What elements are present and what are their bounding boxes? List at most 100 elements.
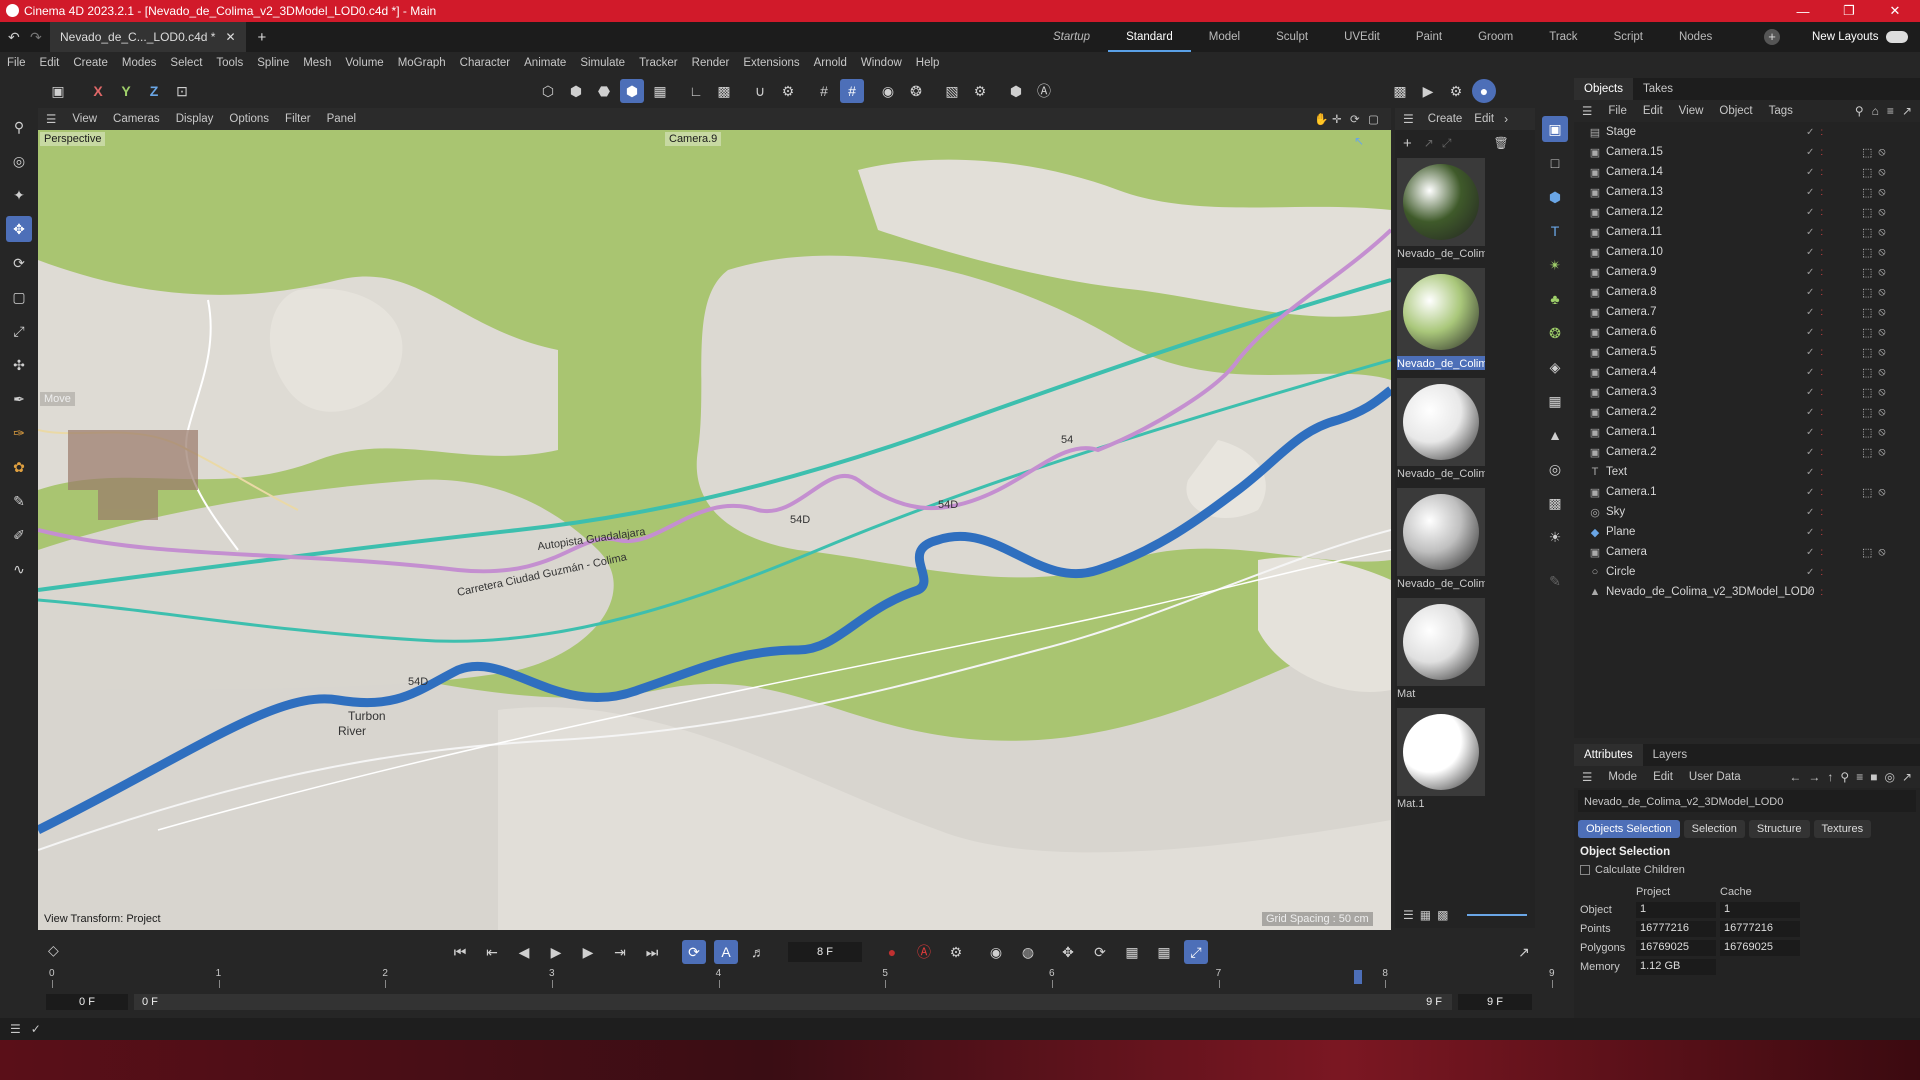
spline-pen-icon[interactable]: ✒ — [6, 386, 32, 412]
objects-menu-object[interactable]: Object — [1711, 105, 1760, 117]
enabled-check-icon[interactable]: ✓ — [1806, 407, 1814, 418]
target-tag-icon[interactable]: ⬚ — [1862, 286, 1872, 299]
cube-primitive-icon[interactable]: ▣ — [1542, 116, 1568, 142]
object-row[interactable]: ▣ Camera.4 ✓: ⬚ ⦸ — [1574, 362, 1920, 382]
enabled-check-icon[interactable]: ✓ — [1806, 427, 1814, 438]
protection-tag-icon[interactable]: ⦸ — [1878, 546, 1885, 559]
camera-mode-label[interactable]: Perspective — [40, 132, 106, 146]
trash-icon[interactable]: 🗑 — [1493, 136, 1508, 150]
material-swatch[interactable]: Nevado_de_Colim — [1397, 158, 1485, 266]
enabled-check-icon[interactable]: ✓ — [1806, 187, 1814, 198]
visibility-dots-icon[interactable]: : — [1820, 327, 1823, 338]
menu-edit[interactable]: Edit — [33, 57, 67, 69]
visibility-dots-icon[interactable]: : — [1820, 467, 1823, 478]
object-row[interactable]: ▣ Camera.1 ✓: ⬚ ⦸ — [1574, 482, 1920, 502]
axis-y-button[interactable]: Y — [114, 79, 138, 103]
scene-icon[interactable]: ▲ — [1542, 422, 1568, 448]
add-layout-icon[interactable]: + — [1764, 29, 1780, 45]
enabled-check-icon[interactable]: ✓ — [1806, 207, 1814, 218]
visibility-dots-icon[interactable]: : — [1820, 487, 1823, 498]
attributes-menu-mode[interactable]: Mode — [1600, 771, 1645, 783]
object-row[interactable]: ▣ Camera.5 ✓: ⬚ ⦸ — [1574, 342, 1920, 362]
uv-mode-icon[interactable]: ▦ — [648, 79, 672, 103]
visibility-dots-icon[interactable]: : — [1820, 127, 1823, 138]
attr-button-objects-selection[interactable]: Objects Selection — [1578, 820, 1680, 838]
cube-icon[interactable]: ⬢ — [1542, 184, 1568, 210]
menu-character[interactable]: Character — [453, 57, 518, 69]
target-tag-icon[interactable]: ⬚ — [1862, 186, 1872, 199]
visibility-dots-icon[interactable]: : — [1820, 167, 1823, 178]
menu-volume[interactable]: Volume — [338, 57, 390, 69]
texture-mode-icon[interactable]: ▩ — [712, 79, 736, 103]
symmetry-settings-icon[interactable]: ⚙ — [968, 79, 992, 103]
preview-range-bar[interactable]: 0 F 9 F — [134, 994, 1452, 1010]
solo-icon[interactable]: ◉ — [876, 79, 900, 103]
target-tag-icon[interactable]: ⬚ — [1862, 426, 1872, 439]
layout-tab-sculpt[interactable]: Sculpt — [1258, 22, 1326, 52]
transform-tool-icon[interactable]: ⤢ — [6, 318, 32, 344]
axis-z-button[interactable]: Z — [142, 79, 166, 103]
attributes-hamburger-icon[interactable]: ☰ — [1574, 770, 1600, 784]
viewport-menu-filter[interactable]: Filter — [277, 113, 319, 125]
menu-select[interactable]: Select — [163, 57, 209, 69]
object-row[interactable]: ▣ Camera.3 ✓: ⬚ ⦸ — [1574, 382, 1920, 402]
object-row[interactable]: ▣ Camera.8 ✓: ⬚ ⦸ — [1574, 282, 1920, 302]
menu-simulate[interactable]: Simulate — [573, 57, 632, 69]
model-mode-icon[interactable]: ⬢ — [620, 79, 644, 103]
menu-help[interactable]: Help — [909, 57, 947, 69]
object-row[interactable]: T Text ✓: — [1574, 462, 1920, 482]
text-spline-icon[interactable]: T — [1542, 218, 1568, 244]
menu-create[interactable]: Create — [66, 57, 115, 69]
keyframe-icon[interactable]: ◇ — [48, 942, 68, 962]
target-tag-icon[interactable]: ⬚ — [1862, 306, 1872, 319]
object-row[interactable]: ▣ Camera.2 ✓: ⬚ ⦸ — [1574, 402, 1920, 422]
forward-arrow-icon[interactable]: → — [1808, 766, 1820, 788]
enabled-check-icon[interactable]: ✓ — [1806, 547, 1814, 558]
object-row[interactable]: ▣ Camera.13 ✓: ⬚ ⦸ — [1574, 182, 1920, 202]
new-tab-button[interactable]: + — [258, 29, 267, 46]
timeline-playhead[interactable] — [1354, 970, 1362, 984]
rotate-tool-icon[interactable]: ⟳ — [6, 250, 32, 276]
list-view-icon[interactable]: ☰ — [1403, 908, 1414, 922]
sculpt-icon[interactable]: ✿ — [6, 454, 32, 480]
objects-menu-file[interactable]: File — [1600, 105, 1635, 117]
object-row[interactable]: ◆ Plane ✓: — [1574, 522, 1920, 542]
thumbnail-size-slider[interactable] — [1467, 914, 1527, 916]
object-row[interactable]: ▤ Stage ✓: — [1574, 122, 1920, 142]
viewport-menu-view[interactable]: View — [64, 113, 105, 125]
redo-icon[interactable]: ↷ — [30, 29, 42, 46]
snap-magnet-icon[interactable]: ∪ — [748, 79, 772, 103]
add-material-icon[interactable]: + — [1395, 135, 1420, 152]
target-tag-icon[interactable]: ⬚ — [1862, 546, 1872, 559]
menu-window[interactable]: Window — [854, 57, 909, 69]
status-menu-icon[interactable]: ☰ — [0, 1022, 31, 1036]
target-tag-icon[interactable]: ⬚ — [1862, 226, 1872, 239]
objects-menu-tags[interactable]: Tags — [1761, 105, 1801, 117]
brush-icon[interactable]: ✎ — [6, 488, 32, 514]
axis-x-button[interactable]: X — [86, 79, 110, 103]
protection-tag-icon[interactable]: ⦸ — [1878, 146, 1885, 159]
redshift-ipr-icon[interactable]: ● — [1472, 79, 1496, 103]
material-menu-create[interactable]: Create — [1422, 113, 1469, 125]
large-view-icon[interactable]: ▩ — [1437, 908, 1448, 922]
objects-tab-objects[interactable]: Objects — [1574, 78, 1633, 100]
live-selection-icon[interactable]: ◎ — [6, 148, 32, 174]
visibility-dots-icon[interactable]: : — [1820, 407, 1823, 418]
visibility-dots-icon[interactable]: : — [1820, 367, 1823, 378]
3d-viewport[interactable]: Carretera Ciudad Guzmán - Colima Autopis… — [38, 130, 1391, 930]
protection-tag-icon[interactable]: ⦸ — [1878, 306, 1885, 319]
object-row[interactable]: ▣ Camera.11 ✓: ⬚ ⦸ — [1574, 222, 1920, 242]
menu-mograph[interactable]: MoGraph — [391, 57, 453, 69]
target-tag-icon[interactable]: ⬚ — [1862, 266, 1872, 279]
undo-icon[interactable]: ↶ — [8, 29, 20, 46]
playback-mode-icon[interactable]: A — [714, 940, 738, 964]
material-swatch[interactable]: Mat — [1397, 598, 1485, 706]
menu-render[interactable]: Render — [685, 57, 737, 69]
object-row[interactable]: ▣ Camera.2 ✓: ⬚ ⦸ — [1574, 442, 1920, 462]
material-swatch[interactable]: Nevado_de_Colim — [1397, 378, 1485, 486]
back-arrow-icon[interactable]: ← — [1789, 766, 1801, 788]
pan-icon[interactable]: ✋ — [1314, 112, 1328, 126]
protection-tag-icon[interactable]: ⦸ — [1878, 226, 1885, 239]
protection-tag-icon[interactable]: ⦸ — [1878, 366, 1885, 379]
attr-button-textures[interactable]: Textures — [1813, 820, 1872, 838]
